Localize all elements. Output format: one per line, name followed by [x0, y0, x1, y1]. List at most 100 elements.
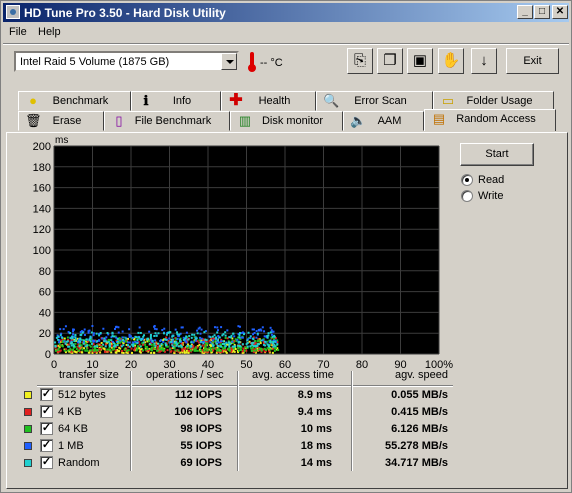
series-checkbox[interactable]: ✓ — [40, 388, 53, 401]
data-point — [243, 349, 246, 352]
data-point — [170, 340, 173, 343]
data-point — [228, 345, 231, 348]
data-point — [270, 333, 273, 336]
data-point — [139, 331, 142, 334]
data-point — [119, 347, 122, 350]
data-point — [188, 334, 191, 337]
series-checkbox[interactable]: ✓ — [40, 422, 53, 435]
data-point — [219, 349, 222, 352]
data-point — [74, 350, 77, 353]
data-point — [83, 328, 86, 331]
data-point — [274, 347, 277, 350]
data-point — [227, 347, 230, 350]
data-point — [111, 335, 114, 338]
data-point — [269, 341, 272, 344]
data-point — [174, 349, 177, 352]
data-point — [273, 340, 276, 343]
data-point — [148, 342, 151, 345]
data-point — [218, 336, 221, 339]
data-point — [251, 346, 254, 349]
data-point — [199, 332, 202, 335]
data-point — [178, 333, 181, 336]
data-point — [247, 331, 250, 334]
data-point — [181, 326, 184, 329]
data-point — [256, 332, 259, 335]
data-point — [241, 343, 244, 346]
data-point — [78, 349, 81, 352]
data-point — [114, 326, 117, 329]
data-point — [113, 344, 116, 347]
data-point — [104, 345, 107, 348]
data-point — [211, 335, 214, 338]
data-point — [211, 339, 214, 342]
data-point — [90, 331, 93, 334]
y-tick-label: 140 — [33, 203, 51, 215]
header-operations: operations / sec — [146, 369, 224, 381]
data-point — [193, 333, 196, 336]
data-point — [113, 327, 116, 330]
data-point — [140, 339, 143, 342]
series-checkbox[interactable]: ✓ — [40, 405, 53, 418]
data-point — [256, 340, 259, 343]
data-point — [190, 341, 193, 344]
data-point — [165, 338, 168, 341]
data-point — [115, 351, 118, 354]
data-point — [72, 328, 75, 331]
data-point — [116, 337, 119, 340]
y-tick-label: 20 — [39, 328, 51, 340]
data-point — [83, 333, 86, 336]
write-radio-dot[interactable] — [461, 190, 473, 202]
header-transfer-size: transfer size — [59, 369, 119, 381]
data-point — [271, 342, 274, 345]
y-tick-label: 80 — [39, 266, 51, 278]
data-point — [254, 340, 257, 343]
data-point — [88, 329, 91, 332]
data-point — [161, 329, 164, 332]
series-checkbox[interactable]: ✓ — [40, 439, 53, 452]
data-point — [272, 345, 275, 348]
data-point — [249, 335, 252, 338]
data-point — [201, 344, 204, 347]
data-point — [251, 349, 254, 352]
tab-random-access[interactable]: ▤ Random Access — [424, 109, 556, 131]
series-color-swatch — [24, 425, 32, 433]
start-button[interactable]: Start — [460, 143, 534, 166]
data-point — [63, 337, 66, 340]
data-point — [131, 336, 134, 339]
read-radio[interactable]: Read — [461, 174, 551, 188]
data-point — [181, 349, 184, 352]
data-point — [91, 325, 94, 328]
data-point — [73, 345, 76, 348]
data-point — [206, 349, 209, 352]
data-point — [250, 347, 253, 350]
data-point — [131, 343, 134, 346]
data-point — [66, 340, 69, 343]
data-point — [54, 349, 57, 352]
data-point — [90, 349, 93, 352]
data-point — [71, 335, 74, 338]
row-size: 1 MB — [58, 440, 84, 452]
series-checkbox[interactable]: ✓ — [40, 456, 53, 469]
data-point — [259, 347, 262, 350]
data-point — [135, 349, 138, 352]
data-point — [227, 341, 230, 344]
data-point — [196, 332, 199, 335]
row-access: 18 ms — [300, 440, 332, 452]
data-point — [224, 348, 227, 351]
read-radio-dot[interactable] — [461, 174, 473, 186]
data-point — [269, 348, 272, 351]
data-point — [149, 337, 152, 340]
write-radio[interactable]: Write — [461, 190, 551, 204]
data-point — [156, 349, 159, 352]
row-size: Random — [58, 457, 100, 469]
data-point — [259, 342, 262, 345]
data-point — [57, 341, 60, 344]
data-point — [213, 334, 216, 337]
data-point — [199, 340, 202, 343]
row-size: 4 KB — [58, 406, 82, 418]
header-access-time: avg. access time — [252, 369, 334, 381]
data-point — [118, 350, 121, 353]
data-point — [137, 345, 140, 348]
data-point — [131, 341, 134, 344]
data-point — [179, 344, 182, 347]
